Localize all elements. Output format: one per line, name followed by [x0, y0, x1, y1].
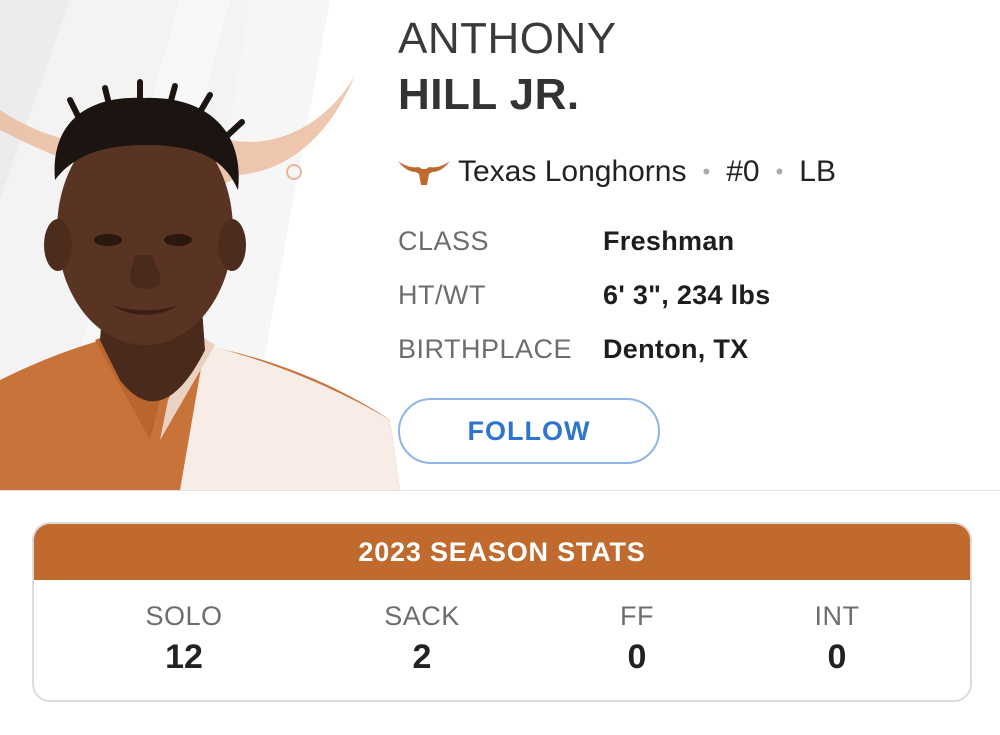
player-profile: ANTHONY HILL JR. Texas Longhorns • #0 • … [0, 0, 1000, 490]
player-position: LB [799, 155, 836, 188]
stat-solo: SOLO 12 [104, 596, 264, 678]
player-last-name: HILL JR. [398, 70, 580, 119]
info-label: CLASS [398, 225, 490, 256]
stat-int: INT 0 [757, 596, 917, 678]
player-headshot [0, 0, 400, 490]
team-name-link[interactable]: Texas Longhorns [458, 155, 687, 189]
stat-value: 0 [627, 638, 647, 676]
stat-label: FF [620, 601, 654, 631]
stat-label: INT [814, 601, 860, 631]
info-label: HT/WT [398, 279, 486, 310]
separator-dot: • [702, 159, 711, 184]
section-divider [0, 490, 1000, 491]
jersey-number: #0 [726, 155, 760, 188]
stat-sack: SACK 2 [342, 596, 502, 678]
info-row-birthplace: BIRTHPLACE Denton, TX [398, 329, 749, 369]
stat-value: 2 [412, 638, 432, 676]
stat-value: 0 [827, 638, 847, 676]
info-row-class: CLASS Freshman [398, 221, 734, 261]
info-value: 6' 3", 234 lbs [603, 279, 771, 310]
stat-label: SOLO [145, 601, 223, 631]
separator-dot: • [775, 159, 784, 184]
info-value: Freshman [603, 225, 735, 256]
longhorn-logo-icon[interactable] [398, 157, 450, 187]
season-stats-card: 2023 SEASON STATS SOLO 12 SACK 2 FF 0 IN… [32, 522, 972, 702]
info-row-height-weight: HT/WT 6' 3", 234 lbs [398, 275, 771, 315]
follow-button[interactable]: FOLLOW [398, 398, 660, 464]
stat-label: SACK [384, 601, 460, 631]
team-line: Texas Longhorns • #0 • LB [398, 150, 836, 194]
info-value: Denton, TX [603, 333, 749, 364]
player-first-name: ANTHONY [398, 14, 617, 63]
stat-value: 12 [165, 638, 203, 676]
info-label: BIRTHPLACE [398, 333, 573, 364]
stats-title: 2023 SEASON STATS [34, 524, 970, 580]
stat-ff: FF 0 [557, 596, 717, 678]
